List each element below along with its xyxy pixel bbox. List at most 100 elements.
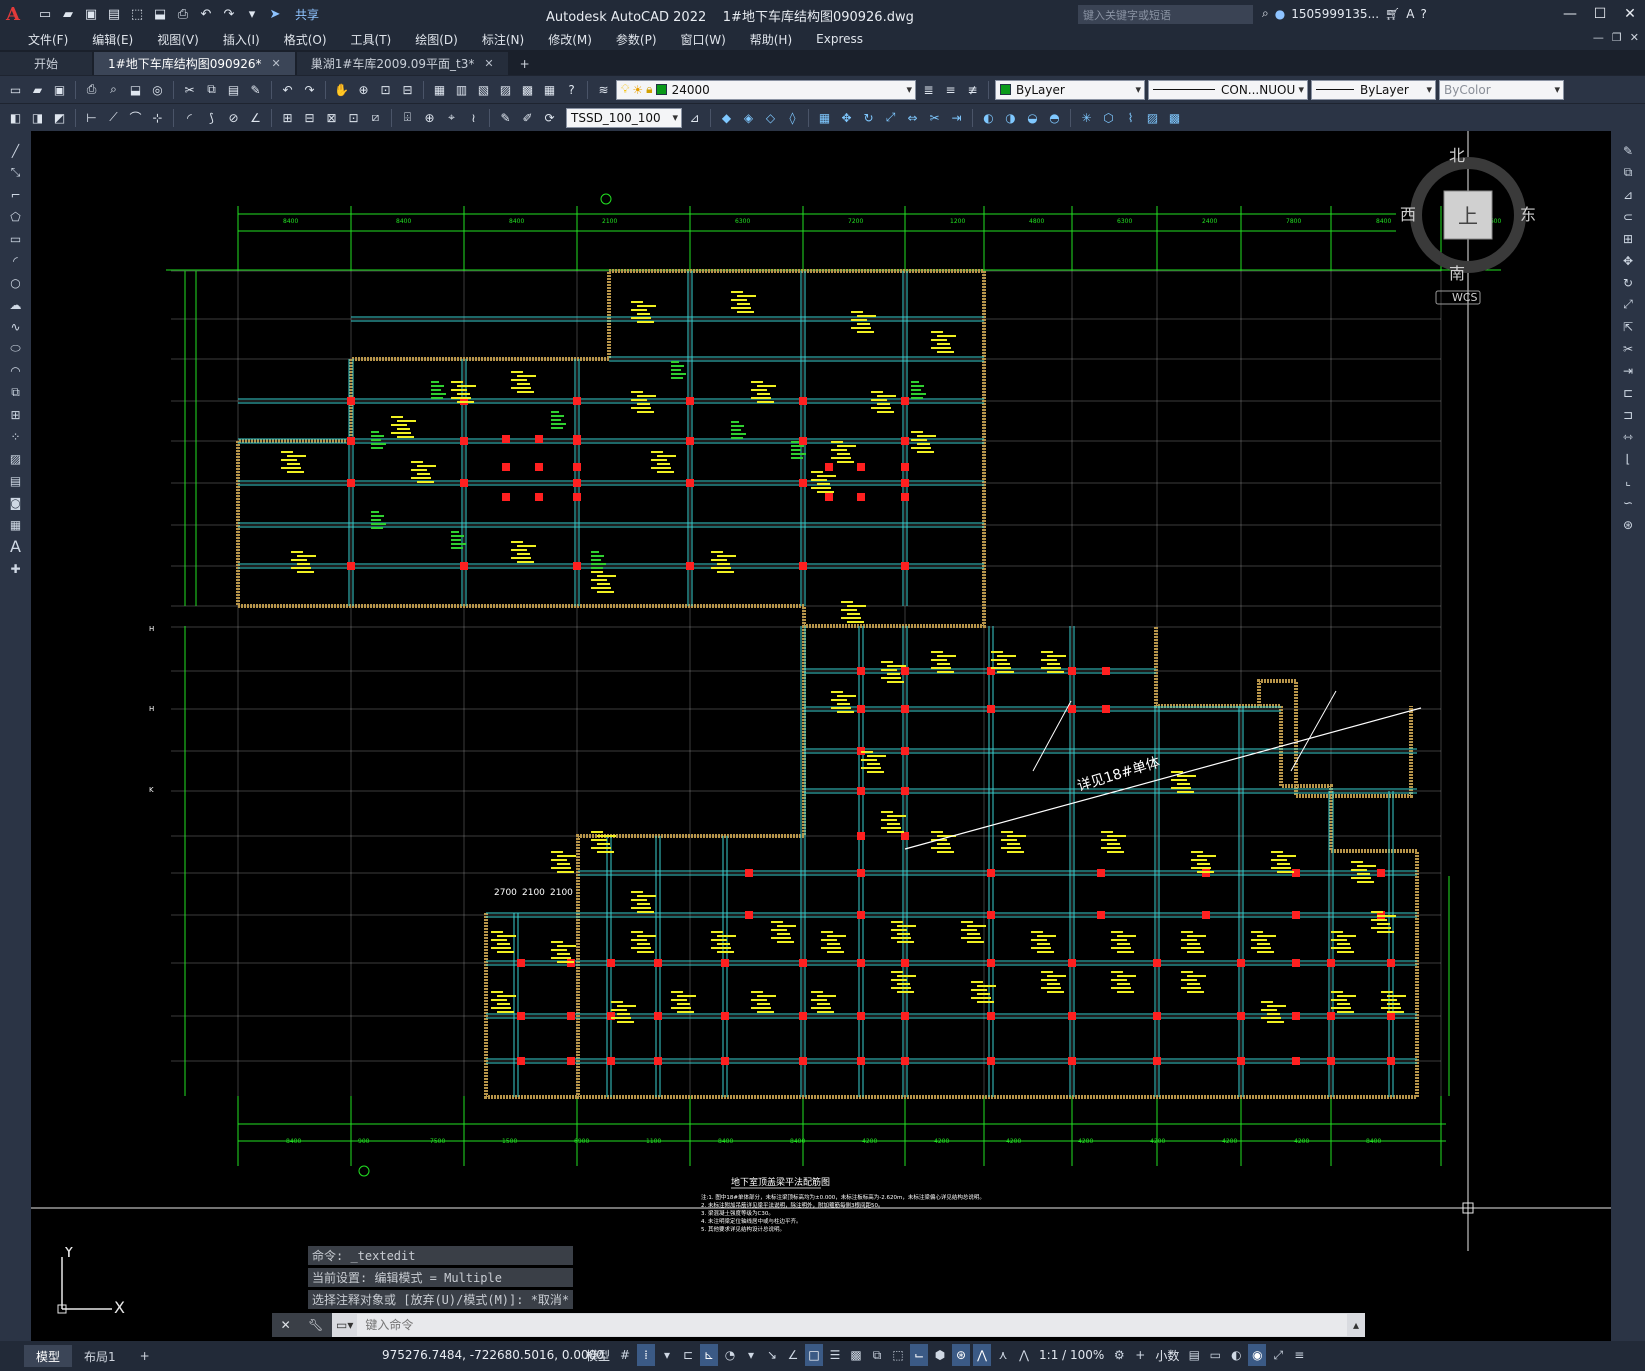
make-current-icon[interactable]: ≣ bbox=[919, 80, 938, 99]
layer-previous-icon[interactable]: ≡ bbox=[941, 80, 960, 99]
ellipse-icon[interactable]: ⬭ bbox=[6, 339, 26, 358]
radius-dim-icon[interactable]: ◜ bbox=[180, 108, 199, 127]
customize-qa-icon[interactable]: ▾ bbox=[243, 5, 261, 23]
menu-format[interactable]: 格式(O) bbox=[272, 31, 339, 48]
plot-icon[interactable]: ⎙ bbox=[82, 80, 101, 99]
layer-manager-icon[interactable]: ≋ bbox=[594, 80, 613, 99]
jogged-dim-icon[interactable]: ⟆ bbox=[202, 108, 221, 127]
baseline-dim-icon[interactable]: ⊟ bbox=[300, 108, 319, 127]
isodraft-icon[interactable]: ▾ bbox=[742, 1344, 760, 1366]
chamfer-icon[interactable]: ◒ bbox=[1023, 108, 1042, 127]
hardware-acceleration-icon[interactable]: ◉ bbox=[1248, 1344, 1267, 1366]
pan-icon[interactable]: ✋ bbox=[332, 80, 351, 99]
edit-array-icon[interactable]: ▩ bbox=[1165, 108, 1184, 127]
properties-icon[interactable]: ▦ bbox=[430, 80, 449, 99]
model-space-toggle[interactable]: 模型 bbox=[583, 1344, 613, 1366]
copy-icon[interactable]: ⧉ bbox=[202, 80, 221, 99]
mtext-icon[interactable]: A bbox=[6, 537, 26, 556]
point-icon[interactable]: ⁘ bbox=[6, 427, 26, 446]
table-icon[interactable]: ▦ bbox=[6, 515, 26, 534]
save-as-icon[interactable]: ▤ bbox=[105, 5, 123, 23]
transparency-icon[interactable]: ▩ bbox=[847, 1344, 865, 1366]
spline-icon[interactable]: ∿ bbox=[6, 317, 26, 336]
add-layout-button[interactable]: + bbox=[128, 1345, 162, 1367]
copy-icon[interactable]: ⧉ bbox=[1618, 163, 1638, 182]
add-selected-icon[interactable]: ✚ bbox=[6, 559, 26, 578]
offset-icon[interactable]: ⊂ bbox=[1618, 207, 1638, 226]
annotation-scale-value[interactable]: 1:1 / 100% bbox=[1036, 1344, 1107, 1366]
cursor-coordinates[interactable]: 975276.7484, -722680.5016, 0.0000 bbox=[382, 1348, 604, 1362]
array-icon[interactable]: ▦ bbox=[815, 108, 834, 127]
rectangle-icon[interactable]: ▭ bbox=[6, 229, 26, 248]
move-icon[interactable]: ✥ bbox=[1618, 251, 1638, 270]
menu-view[interactable]: 视图(V) bbox=[145, 31, 211, 48]
menu-modify[interactable]: 修改(M) bbox=[536, 31, 604, 48]
workspace-icon[interactable]: ⚙ bbox=[1110, 1344, 1128, 1366]
tab-start[interactable]: 开始 bbox=[0, 52, 93, 75]
rotate-icon[interactable]: ↻ bbox=[859, 108, 878, 127]
erase-icon[interactable]: ✎ bbox=[1618, 141, 1638, 160]
grid-icon[interactable]: # bbox=[616, 1344, 634, 1366]
tolerance-icon[interactable]: ⌹ bbox=[398, 108, 417, 127]
aligned-dim-icon[interactable]: ⟋ bbox=[104, 108, 123, 127]
new-tab-button[interactable]: + bbox=[510, 52, 540, 75]
stretch-icon[interactable]: ⇱ bbox=[1618, 317, 1638, 336]
osnap-icon[interactable]: □ bbox=[805, 1344, 824, 1366]
circle-icon[interactable]: ○ bbox=[6, 273, 26, 292]
paste-icon[interactable]: ▤ bbox=[224, 80, 243, 99]
chamfer-icon[interactable]: ⌊ bbox=[1618, 449, 1638, 468]
doc-restore-icon[interactable]: ❐ bbox=[1612, 31, 1622, 44]
ordinate-dim-icon[interactable]: ⊹ bbox=[148, 108, 167, 127]
polyline-icon[interactable]: ⌐ bbox=[6, 185, 26, 204]
object-snap-icon[interactable]: ∠ bbox=[784, 1344, 802, 1366]
close-icon[interactable]: ✕ bbox=[1615, 0, 1645, 28]
annotation-monitor-icon[interactable]: + bbox=[1131, 1344, 1149, 1366]
menu-help[interactable]: 帮助(H) bbox=[738, 31, 804, 48]
open-icon[interactable]: ▰ bbox=[28, 80, 47, 99]
tab-model[interactable]: 模型 bbox=[24, 1345, 73, 1367]
selection-filter-icon[interactable]: ⬢ bbox=[931, 1344, 949, 1366]
extend-icon[interactable]: ⇥ bbox=[947, 108, 966, 127]
continue-dim-icon[interactable]: ⊠ bbox=[322, 108, 341, 127]
break-icon[interactable]: ⊐ bbox=[1618, 405, 1638, 424]
autocad-logo-icon[interactable]: A bbox=[0, 0, 26, 28]
make-block-icon[interactable]: ⊞ bbox=[6, 405, 26, 424]
layer-state-icon[interactable]: ≢ bbox=[963, 80, 982, 99]
redo-icon[interactable]: ↷ bbox=[300, 80, 319, 99]
hatch-icon[interactable]: ▨ bbox=[6, 449, 26, 468]
trim-icon[interactable]: ✂ bbox=[1618, 339, 1638, 358]
object-snap-tracking-icon[interactable]: ↘ bbox=[763, 1344, 781, 1366]
close-command-line-icon[interactable]: ✕ bbox=[281, 1318, 291, 1332]
save-web-icon[interactable]: ⬓ bbox=[151, 5, 169, 23]
annotation-scale-icon[interactable]: ⋀ bbox=[1015, 1344, 1033, 1366]
close-tab-icon[interactable]: ✕ bbox=[272, 57, 281, 70]
menu-draw[interactable]: 绘图(D) bbox=[403, 31, 470, 48]
dim-space-icon[interactable]: ⊡ bbox=[344, 108, 363, 127]
ellipse-arc-icon[interactable]: ◠ bbox=[6, 361, 26, 380]
linetype-dropdown[interactable]: CON...NUOU bbox=[1148, 79, 1308, 100]
mirror-icon[interactable]: ◇ bbox=[761, 108, 780, 127]
erase-icon[interactable]: ◆ bbox=[717, 108, 736, 127]
dynamic-input-icon[interactable]: ⊏ bbox=[679, 1344, 697, 1366]
fillet-icon[interactable]: ◓ bbox=[1045, 108, 1064, 127]
tab-drawing-1[interactable]: 1#地下车库结构图090926* ✕ bbox=[94, 52, 295, 75]
gizmo-icon[interactable]: ⊛ bbox=[952, 1344, 971, 1366]
command-history-toggle-icon[interactable]: ▴ bbox=[1347, 1318, 1365, 1332]
auto-scale-icon[interactable]: ⋏ bbox=[994, 1344, 1012, 1366]
diameter-dim-icon[interactable]: ⊘ bbox=[224, 108, 243, 127]
line-icon[interactable]: ╱ bbox=[6, 141, 26, 160]
drawing-canvas[interactable]: 8400 8400 8400 2100 6300 7200 1200 4800 6300 2400… bbox=[31, 131, 1611, 1341]
doc-close-icon[interactable]: ✕ bbox=[1630, 31, 1639, 44]
menu-dimension[interactable]: 标注(N) bbox=[470, 31, 536, 48]
menu-tools[interactable]: 工具(T) bbox=[339, 31, 404, 48]
undo-icon[interactable]: ↶ bbox=[278, 80, 297, 99]
angular-dim-icon[interactable]: ∠ bbox=[246, 108, 265, 127]
markup-icon[interactable]: ▩ bbox=[518, 80, 537, 99]
3d-icon[interactable]: ◎ bbox=[148, 80, 167, 99]
isolate-objects-icon[interactable]: ◐ bbox=[1227, 1344, 1245, 1366]
rotate-icon[interactable]: ↻ bbox=[1618, 273, 1638, 292]
quick-properties-icon[interactable]: ▤ bbox=[1185, 1344, 1203, 1366]
open-file-icon[interactable]: ▰ bbox=[59, 5, 77, 23]
color-dropdown[interactable]: ByLayer bbox=[995, 79, 1145, 100]
tool-icon[interactable]: ◧ bbox=[6, 108, 25, 127]
